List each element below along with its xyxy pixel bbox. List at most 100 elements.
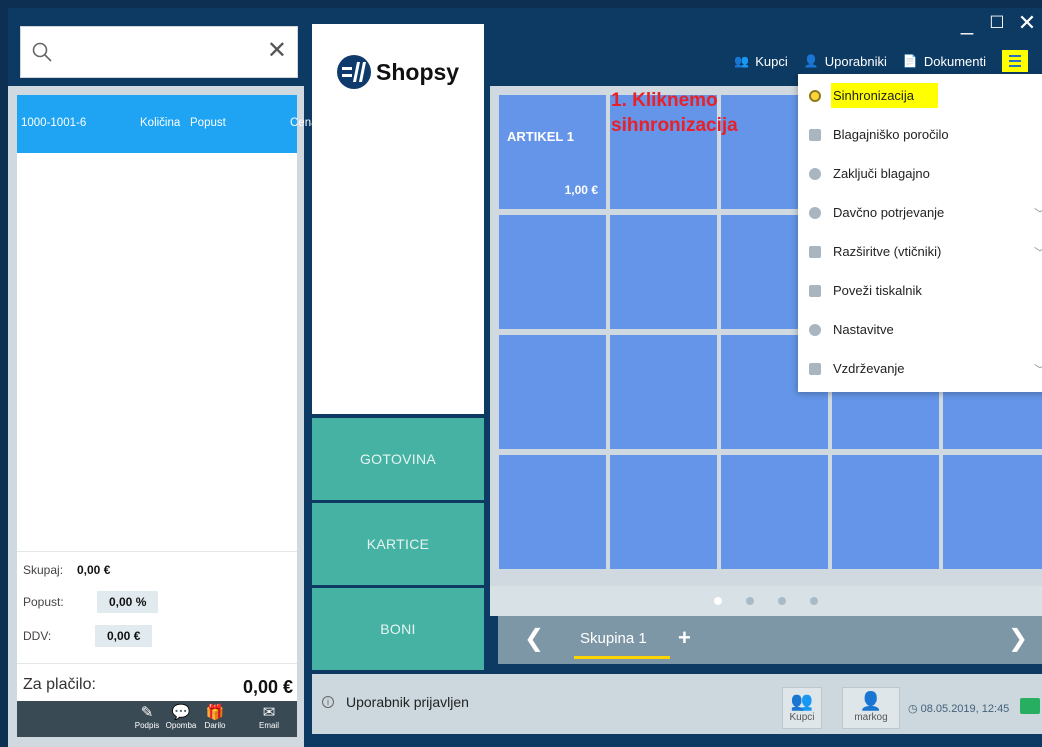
cart-summary [17,551,297,552]
shopsy-logo-icon [337,55,371,89]
gift-icon: 🎁 [205,704,225,721]
menu-item-fiscal-verification[interactable]: Davčno potrjevanje ﹀ [798,193,1042,232]
info-icon: i [322,696,334,708]
user-icon: 👤 [803,54,819,68]
menu-item-sync[interactable]: Sinhronizacija [798,76,1042,115]
product-tile-empty[interactable] [499,335,606,449]
close-button[interactable]: ✕ [1012,8,1042,44]
page-dot[interactable] [778,597,786,605]
printer-icon [809,284,821,297]
vat-label: DDV: [23,629,52,643]
amount-due-value: 0,00 € [242,677,293,697]
status-customers-button[interactable]: 👥 Kupci [782,687,822,729]
total-value: 0,00 € [77,563,111,577]
discount-value[interactable]: 0,00 % [97,591,159,613]
discount-label: Popust: [23,595,64,609]
datetime-text: 08.05.2019, 12:45 [920,702,1010,715]
main-dropdown-menu: Sinhronizacija Blagajniško poročilo Zakl… [798,74,1042,392]
product-name: ARTIKEL 1 [507,129,574,144]
pay-cash-button[interactable]: GOTOVINA [312,418,484,500]
tutorial-annotation: 1. Kliknemo sihnronizacija [611,88,738,138]
product-tile-empty[interactable] [832,455,939,569]
product-tile-empty[interactable] [610,455,717,569]
nav-users[interactable]: 👤 Uporabniki [804,54,887,69]
receipt-code: 1000-1001-6 [21,117,87,129]
page-dot[interactable] [714,597,722,605]
clock-icon: ◷ [908,703,918,715]
nav-users-label: Uporabniki [824,53,887,69]
maximize-button[interactable]: ☐ [982,8,1012,44]
cart-header: 1000-1001-6 Količina Popust Cena [17,95,318,153]
next-group-button[interactable]: ❯ [1008,624,1028,653]
clear-search-icon[interactable]: ✕ [267,39,287,63]
add-group-button[interactable]: + [678,625,691,651]
envelope-icon: ✉ [262,704,276,721]
cart-list: 1000-1001-6 Količina Popust Cena Skupaj:… [17,95,318,737]
hamburger-menu-button[interactable] [1002,50,1028,72]
search-icon [32,42,52,62]
col-quantity: Količina [140,117,181,129]
amount-due-row: Za plačilo: 0,00 € [17,663,297,697]
search-box[interactable]: ✕ [20,26,298,78]
menu-item-sync-label: Sinhronizacija [831,83,938,108]
pay-cards-button[interactable]: KARTICE [312,503,484,585]
menu-item-cash-report-label: Blagajniško poročilo [833,127,949,142]
nav-documents[interactable]: 📄 Dokumenti [903,54,986,69]
customer-display-area [312,122,484,414]
status-user-label: markog [854,712,888,723]
menu-item-close-register[interactable]: Zaključi blagajno [798,154,1042,193]
pay-vouchers-button[interactable]: BONI [312,588,484,670]
cart-columns: Količina Popust Cena [140,117,320,129]
pos-window: ✕ Shopsy _ ☐ ✕ 👥 Kupci 👤 Uporabniki 📄 Do… [8,8,1042,747]
col-discount: Popust [190,117,226,129]
document-icon: 📄 [902,54,918,68]
page-indicator [490,586,1042,616]
report-icon [809,128,821,141]
product-tile-empty[interactable] [499,215,606,329]
nav-customers-label: Kupci [755,53,788,69]
minimize-button[interactable]: _ [952,8,982,44]
gift-button[interactable]: 🎁 Darilo [195,704,235,731]
customers-icon: 👥 [734,54,750,68]
menu-item-settings-label: Nastavitve [833,322,894,337]
product-tile-empty[interactable] [610,215,717,329]
group-tab-1[interactable]: Skupina 1 [580,630,647,647]
product-tile-empty[interactable] [721,455,828,569]
email-button[interactable]: ✉ Email [249,704,289,731]
status-datetime: ◷ 08.05.2019, 12:45 [908,702,1010,716]
plugin-icon [809,245,821,258]
status-info: i Uporabnik prijavljen [322,694,469,710]
printer-icon[interactable] [1020,698,1040,714]
product-tile[interactable]: ARTIKEL 1 1,00 € [499,95,606,209]
product-tile-empty[interactable] [610,335,717,449]
vat-value: 0,00 € [95,625,153,647]
menu-item-connect-printer[interactable]: Poveži tiskalnik [798,271,1042,310]
gear-icon [809,323,821,336]
menu-item-plugins[interactable]: Razširitve (vtičniki) ﹀ [798,232,1042,271]
menu-item-maintenance[interactable]: Vzdrževanje ﹀ [798,349,1042,388]
amount-due-label: Za plačilo: [23,676,96,693]
status-bar: i Uporabnik prijavljen 👥 Kupci 👤 markog … [312,674,1042,734]
discount-row: Popust: 0,00 % [23,591,159,613]
menu-item-fiscal-verification-label: Davčno potrjevanje [833,205,945,220]
menu-item-settings[interactable]: Nastavitve [798,310,1042,349]
page-dot[interactable] [810,597,818,605]
menu-item-close-register-label: Zaključi blagajno [833,166,930,181]
status-message: Uporabnik prijavljen [346,694,469,710]
gift-label: Darilo [204,721,226,730]
total-row: Skupaj: 0,00 € [23,563,110,577]
prev-group-button[interactable]: ❮ [524,624,544,653]
annotation-line-2: sihnronizacija [611,115,738,136]
user-icon: 👤 [859,691,883,711]
nav-customers[interactable]: 👥 Kupci [734,54,787,69]
menu-item-cash-report[interactable]: Blagajniško poročilo [798,115,1042,154]
email-label: Email [258,721,279,730]
status-user-button[interactable]: 👤 markog [842,687,900,729]
page-dot[interactable] [746,597,754,605]
product-tile-empty[interactable] [943,455,1042,569]
signature-label: Podpis [134,721,160,730]
top-nav: 👥 Kupci 👤 Uporabniki 📄 Dokumenti [734,50,1028,72]
check-icon [809,206,821,219]
annotation-line-1: 1. Kliknemo [611,90,718,111]
product-tile-empty[interactable] [499,455,606,569]
